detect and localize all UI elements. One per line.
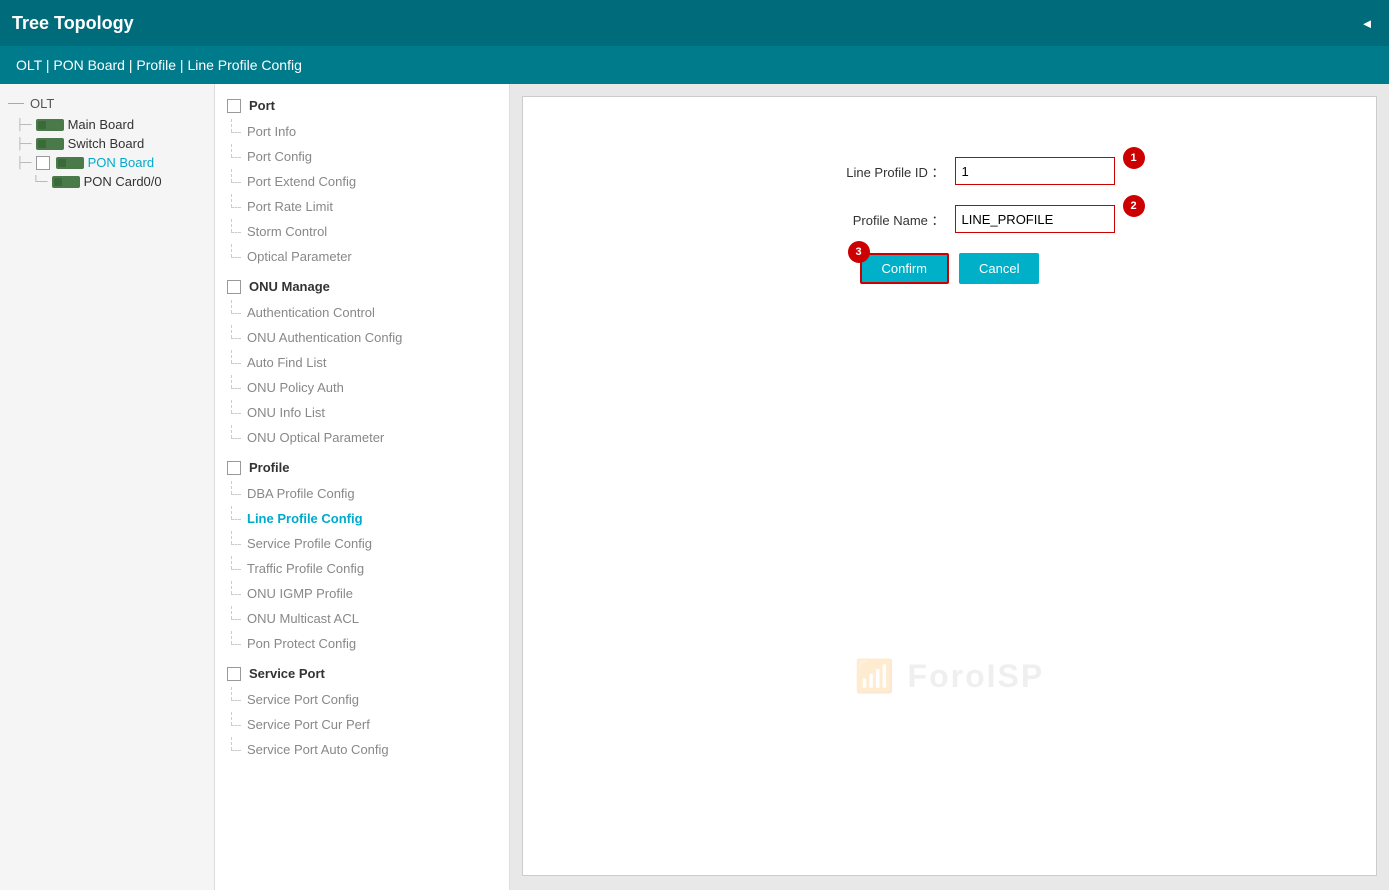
tree-sidebar: OLT ├─ Main Board ├─ Switch Board ├─ PON…	[0, 84, 215, 890]
main-content-area: Line Profile ID ： 1 Profile Name ： 2 Con…	[510, 84, 1389, 890]
menu-port-info[interactable]: Port Info	[215, 119, 509, 144]
step-badge-3: 3	[848, 241, 870, 263]
menu-service-port-config[interactable]: Service Port Config	[215, 687, 509, 712]
menu-auto-find-list[interactable]: Auto Find List	[215, 350, 509, 375]
form-area: Line Profile ID ： 1 Profile Name ： 2 Con…	[543, 137, 1356, 284]
section-onu-manage-label: ONU Manage	[249, 279, 330, 294]
line-profile-id-label: Line Profile ID ：	[785, 162, 945, 181]
cancel-button[interactable]: Cancel	[959, 253, 1039, 284]
section-port-header: Port	[215, 92, 509, 119]
port-section-toggle[interactable]	[227, 99, 241, 113]
section-service-port: Service Port Service Port Config Service…	[215, 660, 509, 762]
breadcrumb: OLT | PON Board | Profile | Line Profile…	[0, 46, 1389, 84]
section-profile: Profile DBA Profile Config Line Profile …	[215, 454, 509, 656]
section-onu-manage-header: ONU Manage	[215, 273, 509, 300]
line-profile-id-row: Line Profile ID ： 1	[785, 157, 1115, 185]
switch-board-icon	[36, 138, 64, 150]
profile-name-label: Profile Name ：	[785, 210, 945, 229]
section-profile-label: Profile	[249, 460, 289, 475]
switch-board-label: Switch Board	[68, 136, 145, 151]
step-badge-1: 1	[1123, 147, 1145, 169]
header: Tree Topology ◄	[0, 0, 1389, 46]
main-board-label: Main Board	[68, 117, 134, 132]
section-service-port-label: Service Port	[249, 666, 325, 681]
main-board-icon	[36, 119, 64, 131]
tree-pon-card[interactable]: └─ PON Card0/0	[0, 172, 214, 191]
pon-board-icon	[56, 157, 84, 169]
menu-pon-protect-config[interactable]: Pon Protect Config	[215, 631, 509, 656]
watermark-text: ForoISP	[908, 658, 1045, 694]
pon-card-icon	[52, 176, 80, 188]
onu-manage-section-toggle[interactable]	[227, 280, 241, 294]
menu-service-port-auto-config[interactable]: Service Port Auto Config	[215, 737, 509, 762]
section-profile-header: Profile	[215, 454, 509, 481]
menu-onu-igmp-profile[interactable]: ONU IGMP Profile	[215, 581, 509, 606]
menu-onu-multicast-acl[interactable]: ONU Multicast ACL	[215, 606, 509, 631]
content-box: Line Profile ID ： 1 Profile Name ： 2 Con…	[522, 96, 1377, 876]
menu-dba-profile-config[interactable]: DBA Profile Config	[215, 481, 509, 506]
profile-section-toggle[interactable]	[227, 461, 241, 475]
menu-optical-parameter[interactable]: Optical Parameter	[215, 244, 509, 269]
menu-onu-policy-auth[interactable]: ONU Policy Auth	[215, 375, 509, 400]
menu-port-config[interactable]: Port Config	[215, 144, 509, 169]
step-badge-2: 2	[1123, 195, 1145, 217]
menu-onu-auth-config[interactable]: ONU Authentication Config	[215, 325, 509, 350]
menu-service-port-cur-perf[interactable]: Service Port Cur Perf	[215, 712, 509, 737]
breadcrumb-text: OLT | PON Board | Profile | Line Profile…	[16, 57, 302, 73]
collapse-arrow[interactable]: ◄	[1357, 13, 1377, 33]
menu-line-profile-config[interactable]: Line Profile Config	[215, 506, 509, 531]
confirm-button[interactable]: Confirm	[860, 253, 950, 284]
watermark-icon: 📶	[855, 658, 897, 694]
tree-main-board[interactable]: ├─ Main Board	[0, 115, 214, 134]
tree-olt[interactable]: OLT	[0, 92, 214, 115]
tree-pon-board[interactable]: ├─ PON Board	[0, 153, 214, 172]
menu-service-profile-config[interactable]: Service Profile Config	[215, 531, 509, 556]
section-onu-manage: ONU Manage Authentication Control ONU Au…	[215, 273, 509, 450]
menu-auth-control[interactable]: Authentication Control	[215, 300, 509, 325]
section-port: Port Port Info Port Config Port Extend C…	[215, 92, 509, 269]
section-port-label: Port	[249, 98, 275, 113]
pon-board-label: PON Board	[88, 155, 154, 170]
olt-label: OLT	[30, 96, 54, 111]
main-layout: OLT ├─ Main Board ├─ Switch Board ├─ PON…	[0, 84, 1389, 890]
pon-board-expand[interactable]	[36, 156, 50, 170]
section-service-port-header: Service Port	[215, 660, 509, 687]
app-title: Tree Topology	[12, 13, 1357, 34]
menu-onu-optical-param[interactable]: ONU Optical Parameter	[215, 425, 509, 450]
watermark: 📶 ForoISP	[855, 657, 1044, 695]
buttons-row: Confirm Cancel 3	[860, 253, 1040, 284]
menu-panel: Port Port Info Port Config Port Extend C…	[215, 84, 510, 890]
menu-storm-control[interactable]: Storm Control	[215, 219, 509, 244]
menu-port-extend-config[interactable]: Port Extend Config	[215, 169, 509, 194]
menu-traffic-profile-config[interactable]: Traffic Profile Config	[215, 556, 509, 581]
menu-onu-info-list[interactable]: ONU Info List	[215, 400, 509, 425]
profile-name-row: Profile Name ： 2	[785, 205, 1115, 233]
line-profile-id-input[interactable]	[955, 157, 1115, 185]
profile-name-input[interactable]	[955, 205, 1115, 233]
pon-card-label: PON Card0/0	[84, 174, 162, 189]
tree-switch-board[interactable]: ├─ Switch Board	[0, 134, 214, 153]
service-port-section-toggle[interactable]	[227, 667, 241, 681]
menu-port-rate-limit[interactable]: Port Rate Limit	[215, 194, 509, 219]
